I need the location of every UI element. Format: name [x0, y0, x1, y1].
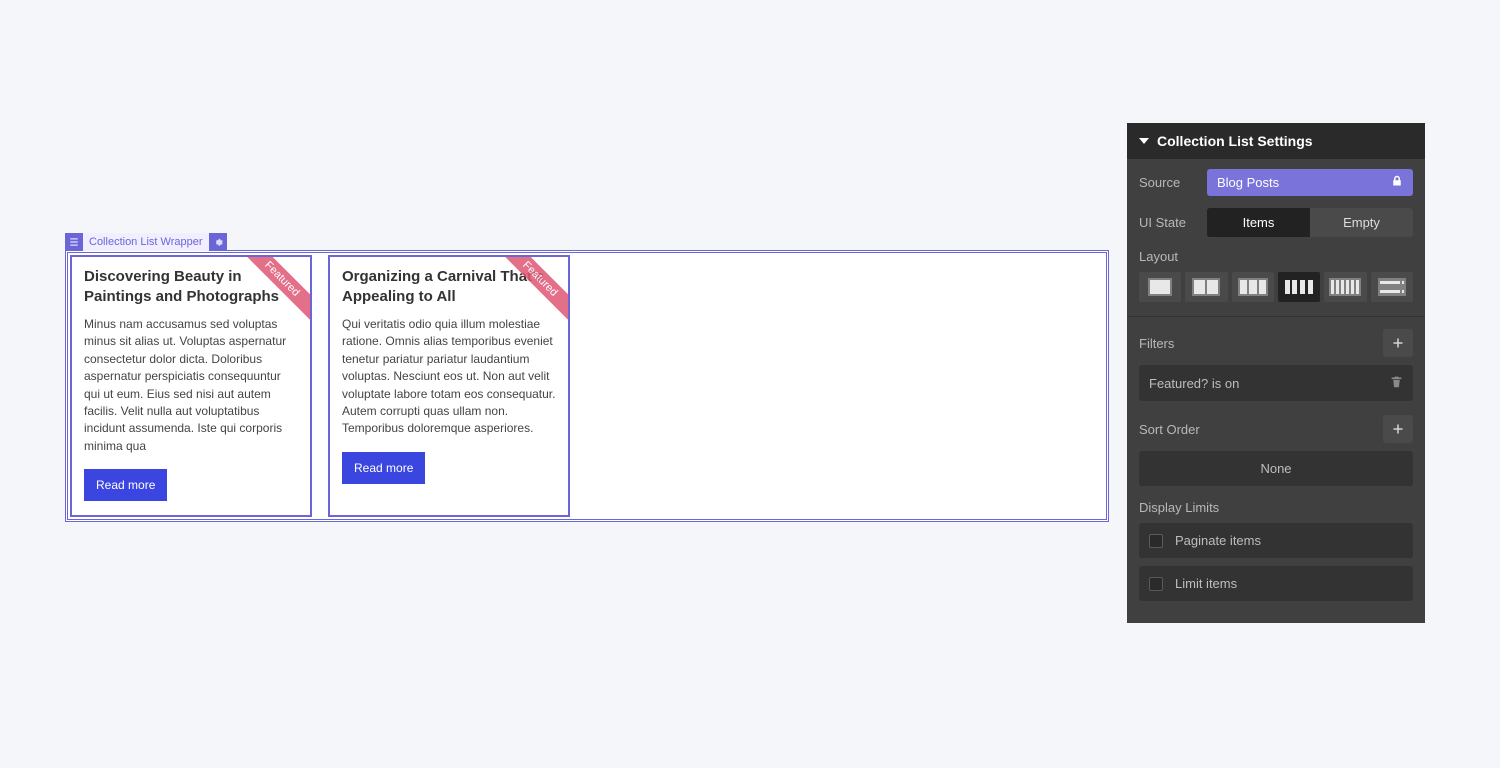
sort-label: Sort Order	[1139, 422, 1200, 437]
layout-label: Layout	[1139, 249, 1413, 264]
source-label: Source	[1139, 175, 1197, 190]
layout-options	[1139, 272, 1413, 302]
collection-list-wrapper[interactable]: Collection List Wrapper Featured Discove…	[65, 250, 1109, 522]
add-sort-button[interactable]	[1383, 415, 1413, 443]
collection-icon	[65, 233, 83, 251]
add-filter-button[interactable]	[1383, 329, 1413, 357]
layout-1col-button[interactable]	[1139, 272, 1181, 302]
paginate-checkbox[interactable]	[1149, 534, 1163, 548]
divider	[1127, 316, 1425, 317]
layout-6col-button[interactable]	[1324, 272, 1366, 302]
card-body: Minus nam accusamus sed voluptas minus s…	[84, 316, 298, 455]
settings-panel: Collection List Settings Source Blog Pos…	[1127, 123, 1425, 623]
read-more-button[interactable]: Read more	[342, 452, 425, 484]
sort-none-row[interactable]: None	[1139, 451, 1413, 486]
collection-list[interactable]: Featured Discovering Beauty in Paintings…	[67, 252, 1107, 520]
limit-checkbox[interactable]	[1149, 577, 1163, 591]
panel-title: Collection List Settings	[1157, 133, 1313, 149]
source-value: Blog Posts	[1217, 175, 1279, 190]
filter-item-label: Featured? is on	[1149, 376, 1239, 391]
card-body: Qui veritatis odio quia illum molestiae …	[342, 316, 556, 438]
display-limits-label: Display Limits	[1139, 500, 1413, 515]
uistate-items-button[interactable]: Items	[1207, 208, 1310, 237]
limit-label: Limit items	[1175, 576, 1237, 591]
paginate-row[interactable]: Paginate items	[1139, 523, 1413, 558]
layout-rows-button[interactable]	[1371, 272, 1413, 302]
layout-2col-button[interactable]	[1185, 272, 1227, 302]
collapse-triangle-icon	[1139, 138, 1149, 144]
filters-label: Filters	[1139, 336, 1174, 351]
collection-item[interactable]: Featured Organizing a Carnival That's Ap…	[328, 255, 570, 517]
selection-label: Collection List Wrapper	[83, 233, 209, 251]
uistate-empty-button[interactable]: Empty	[1310, 208, 1413, 237]
selection-settings-button[interactable]	[209, 233, 227, 251]
filter-item[interactable]: Featured? is on	[1139, 365, 1413, 401]
selection-indicator: Collection List Wrapper	[65, 233, 227, 251]
layout-4col-button[interactable]	[1278, 272, 1320, 302]
collection-item[interactable]: Featured Discovering Beauty in Paintings…	[70, 255, 312, 517]
paginate-label: Paginate items	[1175, 533, 1261, 548]
panel-header[interactable]: Collection List Settings	[1127, 123, 1425, 159]
uistate-label: UI State	[1139, 215, 1197, 230]
layout-3col-button[interactable]	[1232, 272, 1274, 302]
limit-row[interactable]: Limit items	[1139, 566, 1413, 601]
read-more-button[interactable]: Read more	[84, 469, 167, 501]
uistate-segmented: Items Empty	[1207, 208, 1413, 237]
lock-icon	[1391, 175, 1403, 190]
delete-filter-button[interactable]	[1390, 375, 1403, 391]
source-select[interactable]: Blog Posts	[1207, 169, 1413, 196]
